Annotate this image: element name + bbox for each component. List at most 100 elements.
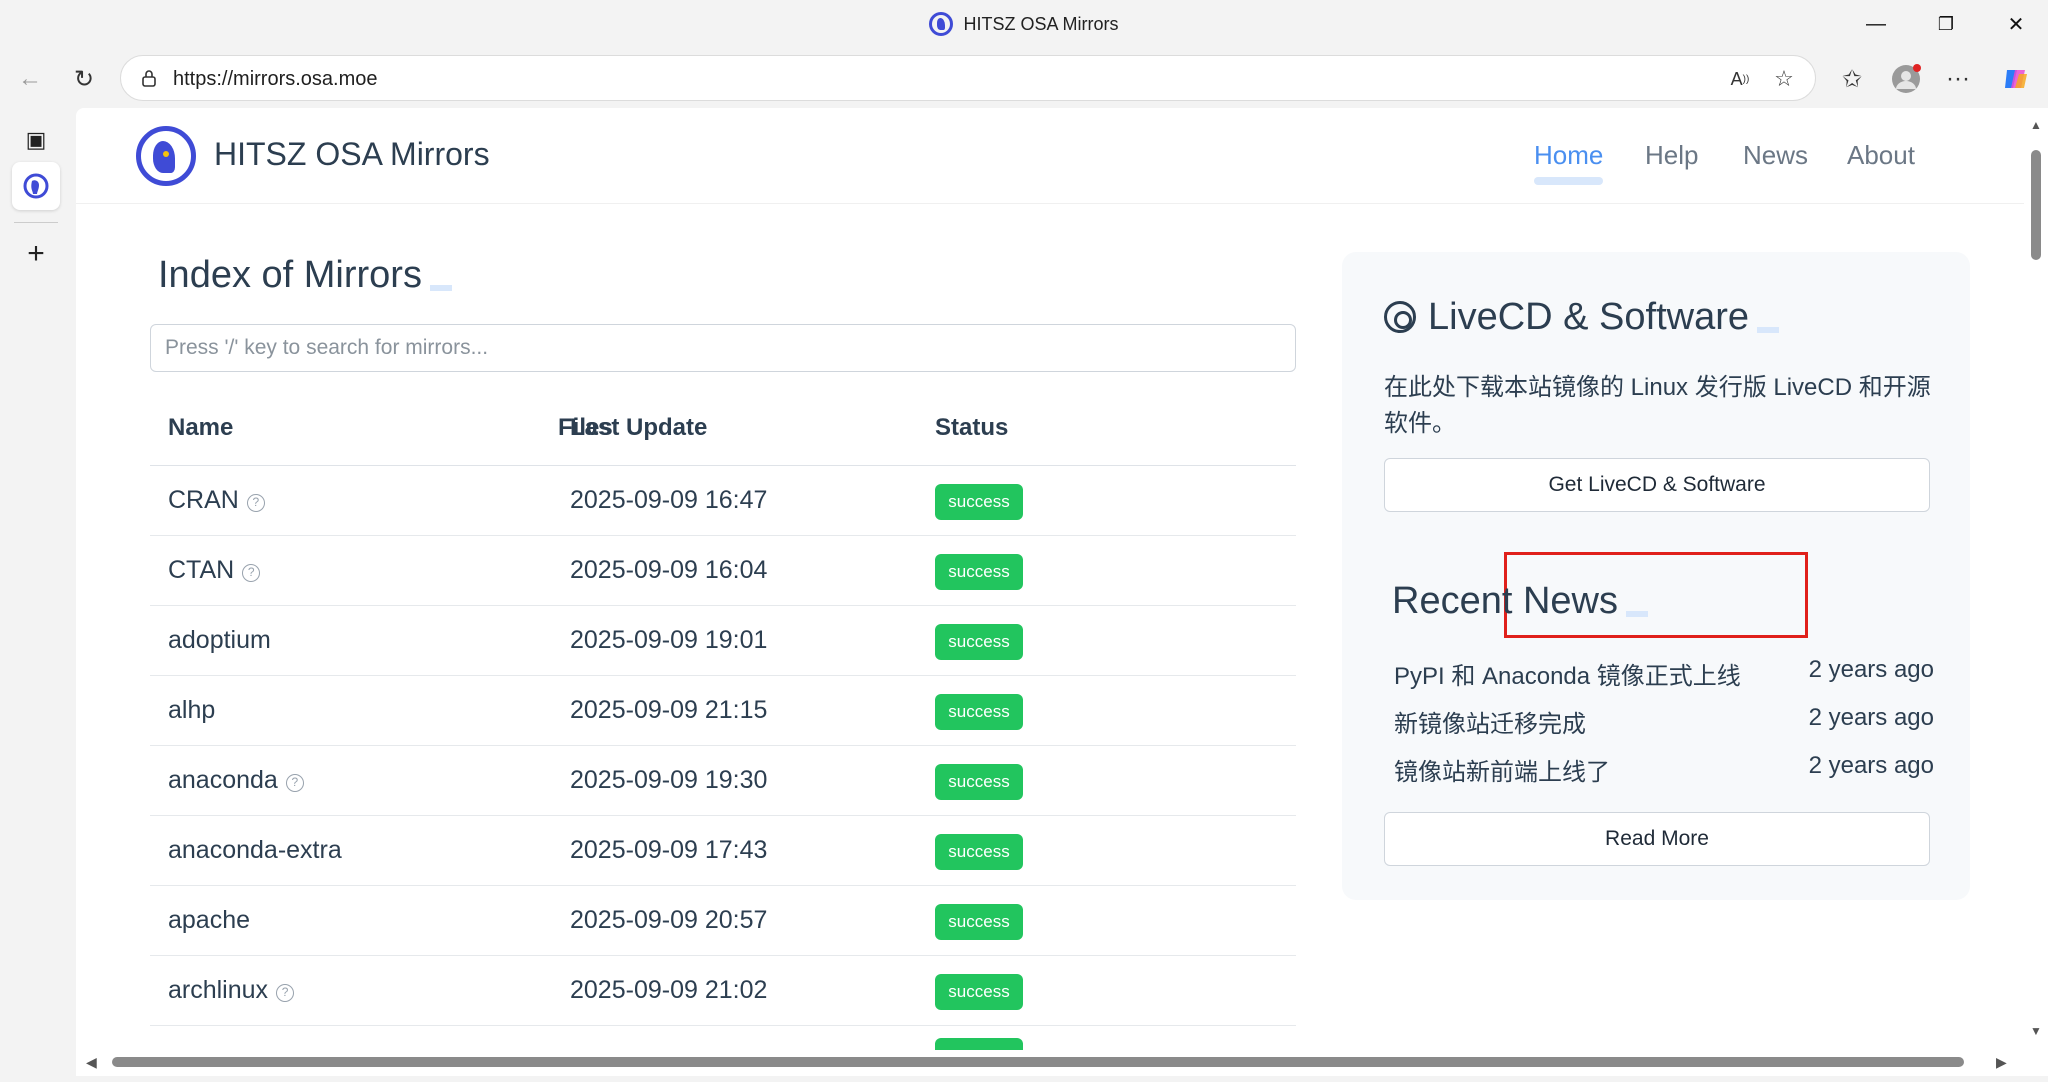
window-title-bar: HITSZ OSA Mirrors — ❐ ✕ — [0, 0, 2048, 50]
nav-home[interactable]: Home — [1534, 140, 1604, 185]
favorite-star-icon[interactable]: ☆ — [1769, 64, 1799, 94]
close-window-button[interactable]: ✕ — [1986, 6, 2046, 42]
table-row: CTAN? 2025-09-09 16:04 success — [150, 536, 1296, 606]
last-update: 2025-09-09 19:30 — [570, 766, 768, 794]
vertical-scroll-thumb[interactable] — [2031, 150, 2041, 260]
vertical-tabs-strip: ▣ + — [0, 108, 72, 1082]
brand-name[interactable]: HITSZ OSA Mirrors — [214, 136, 490, 173]
table-row: anaconda? 2025-09-09 19:30 success — [150, 746, 1296, 816]
last-update: 2025-09-09 19:01 — [570, 626, 768, 654]
livecd-description: 在此处下载本站镜像的 Linux 发行版 LiveCD 和开源软件。 — [1384, 374, 1931, 437]
help-icon[interactable]: ? — [246, 494, 265, 512]
news-item[interactable]: PyPI 和 Anaconda 镜像正式上线 2 years ago — [1394, 656, 1934, 696]
get-livecd-button[interactable]: Get LiveCD & Software — [1384, 458, 1930, 512]
news-item-time: 2 years ago — [1808, 704, 1934, 731]
address-bar[interactable]: https://mirrors.osa.moe A)) ☆ — [120, 55, 1816, 101]
status-badge: success — [935, 624, 1023, 660]
profile-avatar[interactable] — [1888, 61, 1924, 97]
table-row: archlinux? 2025-09-09 21:02 success — [150, 956, 1296, 1026]
nav-about[interactable]: About — [1847, 140, 1915, 171]
tab-actions-icon[interactable]: ▣ — [12, 116, 60, 164]
brand-logo-icon[interactable] — [136, 126, 196, 186]
status-badge: success — [935, 764, 1023, 800]
mirror-table: Name Files Last Update Status CRAN? 2025… — [150, 390, 1296, 1076]
window-title-text: HITSZ OSA Mirrors — [963, 14, 1119, 34]
nav-help[interactable]: Help — [1645, 140, 1698, 171]
recent-news-title: Recent News — [1392, 580, 1648, 623]
site-favicon-icon — [929, 12, 954, 36]
scroll-down-icon[interactable]: ▼ — [2030, 1024, 2042, 1038]
table-row: alhp 2025-09-09 21:15 success — [150, 676, 1296, 746]
last-update: 2025-09-09 20:57 — [570, 906, 768, 934]
site-header: HITSZ OSA Mirrors Home Help News About — [76, 108, 2026, 204]
read-more-button[interactable]: Read More — [1384, 812, 1930, 866]
table-row: apache 2025-09-09 20:57 success — [150, 886, 1296, 956]
help-icon[interactable]: ? — [285, 774, 304, 792]
table-row: CRAN? 2025-09-09 16:47 success — [150, 466, 1296, 536]
refresh-icon[interactable]: ↻ — [66, 61, 102, 97]
title-underline — [1625, 611, 1648, 617]
tab-strip-divider — [14, 222, 58, 223]
status-badge: success — [935, 834, 1023, 870]
news-item-time: 2 years ago — [1808, 752, 1934, 779]
table-header: Name Files Last Update Status — [150, 390, 1296, 466]
nav-news[interactable]: News — [1743, 140, 1808, 171]
url-text[interactable]: https://mirrors.osa.moe — [173, 68, 378, 91]
mirror-name[interactable]: apache — [168, 906, 250, 935]
sidebar-card: LiveCD & Software 在此处下载本站镜像的 Linux 发行版 L… — [1342, 252, 1970, 900]
back-icon[interactable]: ← — [12, 61, 48, 97]
news-item-time: 2 years ago — [1808, 656, 1934, 683]
status-badge: success — [935, 484, 1023, 520]
table-row: anaconda-extra 2025-09-09 17:43 success — [150, 816, 1296, 886]
scroll-up-icon[interactable]: ▲ — [2030, 118, 2042, 132]
site-tab-icon[interactable] — [12, 162, 60, 210]
more-icon[interactable]: ··· — [1940, 61, 1976, 97]
col-name: Name — [168, 414, 234, 441]
news-item[interactable]: 镜像站新前端上线了 2 years ago — [1394, 752, 1934, 792]
mirror-search-input[interactable] — [150, 324, 1296, 372]
new-tab-icon[interactable]: + — [12, 230, 60, 278]
last-update: 2025-09-09 16:04 — [570, 556, 768, 584]
status-badge: success — [935, 694, 1023, 730]
last-update: 2025-09-09 17:43 — [570, 836, 768, 864]
col-last-update: Last Update — [570, 414, 708, 441]
lock-icon[interactable] — [139, 68, 159, 88]
restore-button[interactable]: ❐ — [1916, 6, 1976, 42]
last-update: 2025-09-09 16:47 — [570, 486, 768, 514]
mirror-name[interactable]: anaconda-extra — [168, 836, 342, 865]
favorites-icon[interactable]: ✩ — [1834, 61, 1870, 97]
horizontal-scrollbar[interactable]: ◀ ▶ — [76, 1050, 2024, 1074]
last-update: 2025-09-09 21:02 — [570, 976, 768, 1004]
vertical-scrollbar[interactable]: ▲ ▼ — [2024, 108, 2048, 1076]
news-item[interactable]: 新镜像站迁移完成 2 years ago — [1394, 704, 1934, 744]
status-badge: success — [935, 904, 1023, 940]
mirror-name[interactable]: CTAN? — [168, 556, 261, 585]
read-aloud-icon[interactable]: A)) — [1725, 64, 1755, 94]
index-title: Index of Mirrors — [158, 254, 452, 297]
horizontal-scroll-thumb[interactable] — [112, 1057, 1964, 1067]
last-update: 2025-09-09 21:15 — [570, 696, 768, 724]
help-icon[interactable]: ? — [242, 564, 261, 582]
disc-icon — [1384, 301, 1416, 333]
news-item-title[interactable]: 镜像站新前端上线了 — [1394, 759, 1610, 786]
status-badge: success — [935, 974, 1023, 1010]
status-badge: success — [935, 554, 1023, 590]
news-item-title[interactable]: PyPI 和 Anaconda 镜像正式上线 — [1394, 663, 1741, 690]
col-status: Status — [935, 414, 1009, 441]
livecd-title: LiveCD & Software — [1384, 296, 1780, 339]
mirror-name[interactable]: archlinux? — [168, 976, 295, 1005]
news-item-title[interactable]: 新镜像站迁移完成 — [1394, 711, 1586, 738]
copilot-icon[interactable] — [1998, 61, 2034, 97]
mirror-name[interactable]: adoptium — [168, 626, 271, 655]
page-viewport: HITSZ OSA Mirrors Home Help News About I… — [76, 108, 2026, 1076]
mirror-name[interactable]: alhp — [168, 696, 215, 725]
title-underline — [1757, 327, 1780, 333]
help-icon[interactable]: ? — [276, 984, 295, 1002]
browser-toolbar: ← ↻ https://mirrors.osa.moe A)) ☆ ✩ ··· — [0, 50, 2048, 108]
scroll-left-icon[interactable]: ◀ — [86, 1054, 97, 1071]
window-title: HITSZ OSA Mirrors — [0, 12, 2048, 36]
mirror-name[interactable]: CRAN? — [168, 486, 265, 515]
mirror-name[interactable]: anaconda? — [168, 766, 304, 795]
scroll-right-icon[interactable]: ▶ — [1996, 1054, 2007, 1071]
minimize-button[interactable]: — — [1846, 6, 1906, 42]
